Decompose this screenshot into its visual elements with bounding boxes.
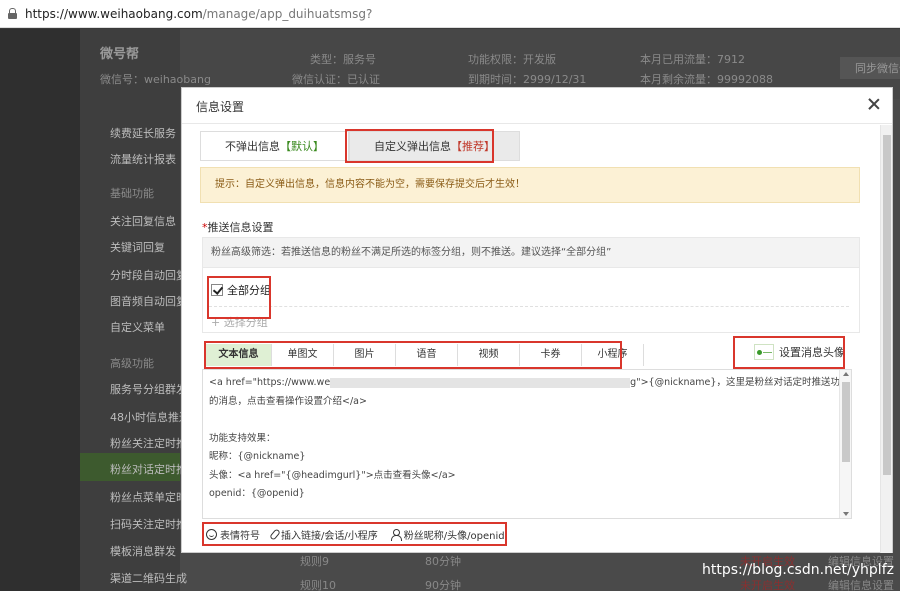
sidebar-item[interactable]: 关键词回复 [110, 239, 165, 255]
sidebar-item[interactable]: 流量统计报表 [110, 151, 176, 167]
sidebar-item[interactable]: 渠道二维码生成 [110, 570, 187, 586]
tab-no-popup[interactable]: 不弹出信息【默认】 [200, 131, 349, 161]
rule-edit-link[interactable]: 编辑信息设置 [828, 577, 894, 591]
highlight-box [202, 522, 507, 546]
meta-expiry: 到期时间：2999/12/31 [468, 73, 587, 86]
sidebar [80, 29, 180, 591]
rule-status: 未开启生效 [740, 579, 795, 591]
highlight-box [204, 341, 622, 369]
watermark: https://blog.csdn.net/yhplfz [702, 562, 894, 578]
highlight-box [733, 336, 845, 369]
scrollbar-thumb[interactable] [883, 135, 891, 475]
sidebar-item[interactable]: 图音频自动回复 [110, 293, 187, 309]
sidebar-item[interactable]: 续费延长服务 [110, 125, 176, 141]
info-settings-dialog: 信息设置 不弹出信息【默认】 自定义弹出信息【推荐】 提示：自定义弹出信息，信息… [181, 87, 893, 553]
sidebar-item[interactable]: 自定义菜单 [110, 319, 165, 335]
scroll-up-icon[interactable] [843, 372, 849, 376]
rule-name: 规则9 [300, 555, 329, 568]
dialog-body: 不弹出信息【默认】 自定义弹出信息【推荐】 提示：自定义弹出信息，信息内容不能为… [182, 125, 880, 553]
filter-description: 粉丝高级筛选：若推送信息的粉丝不满足所选的标签分组，则不推送。建议选择“全部分组… [203, 238, 859, 268]
close-icon[interactable] [866, 96, 882, 112]
highlight-box [345, 129, 494, 163]
section-title: *推送信息设置 [202, 221, 274, 234]
tip-banner: 提示：自定义弹出信息，信息内容不能为空，需要保存提交后才生效！ [200, 167, 860, 203]
left-rail [0, 29, 80, 591]
sidebar-section: 高级功能 [110, 357, 154, 370]
sync-button[interactable]: 同步微信信息 [840, 57, 900, 79]
meta-verified: 微信认证：已认证 [292, 73, 380, 86]
meta-traffic-left: 本月剩余流量：99992088 [640, 73, 773, 86]
dialog-title: 信息设置 [196, 100, 245, 114]
meta-permission: 功能权限：开发版 [468, 53, 556, 66]
rule-time: 80分钟 [425, 555, 461, 568]
editor-content[interactable]: <a href="https://www.we g">{@nickname}，这里… [209, 374, 851, 504]
meta-traffic-used: 本月已用流量：7912 [640, 53, 745, 66]
fan-filter-panel: 粉丝高级筛选：若推送信息的粉丝不满足所选的标签分组，则不推送。建议选择“全部分组… [202, 237, 860, 333]
redacted-url [330, 377, 631, 388]
meta-type: 类型：服务号 [310, 53, 376, 66]
sidebar-section: 基础功能 [110, 187, 154, 200]
brand-name: 微号帮 [100, 47, 140, 62]
highlight-box [207, 276, 271, 319]
rule-name: 规则10 [300, 579, 336, 591]
scroll-down-icon[interactable] [843, 512, 849, 516]
sidebar-item[interactable]: 48小时信息推送 [110, 409, 190, 425]
dialog-scrollbar[interactable] [880, 125, 892, 553]
sidebar-item[interactable]: 模板消息群发 [110, 543, 176, 559]
wechat-id: 微信号：weihaobang [100, 73, 211, 86]
message-editor[interactable]: <a href="https://www.we g">{@nickname}，这里… [202, 369, 852, 519]
sidebar-item[interactable]: 服务号分组群发 [110, 381, 187, 397]
divider [209, 306, 849, 307]
browser-url-bar[interactable]: https://www.weihaobang.com/manage/app_du… [0, 0, 900, 28]
rule-time: 90分钟 [425, 579, 461, 591]
url-text[interactable]: https://www.weihaobang.com/manage/app_du… [25, 7, 372, 21]
sidebar-item[interactable]: 关注回复信息 [110, 213, 176, 229]
dialog-header: 信息设置 [182, 88, 892, 124]
editor-scrollbar[interactable] [839, 370, 851, 518]
lock-icon [8, 8, 17, 19]
scrollbar-thumb[interactable] [842, 382, 850, 462]
sidebar-item[interactable]: 分时段自动回复 [110, 267, 187, 283]
